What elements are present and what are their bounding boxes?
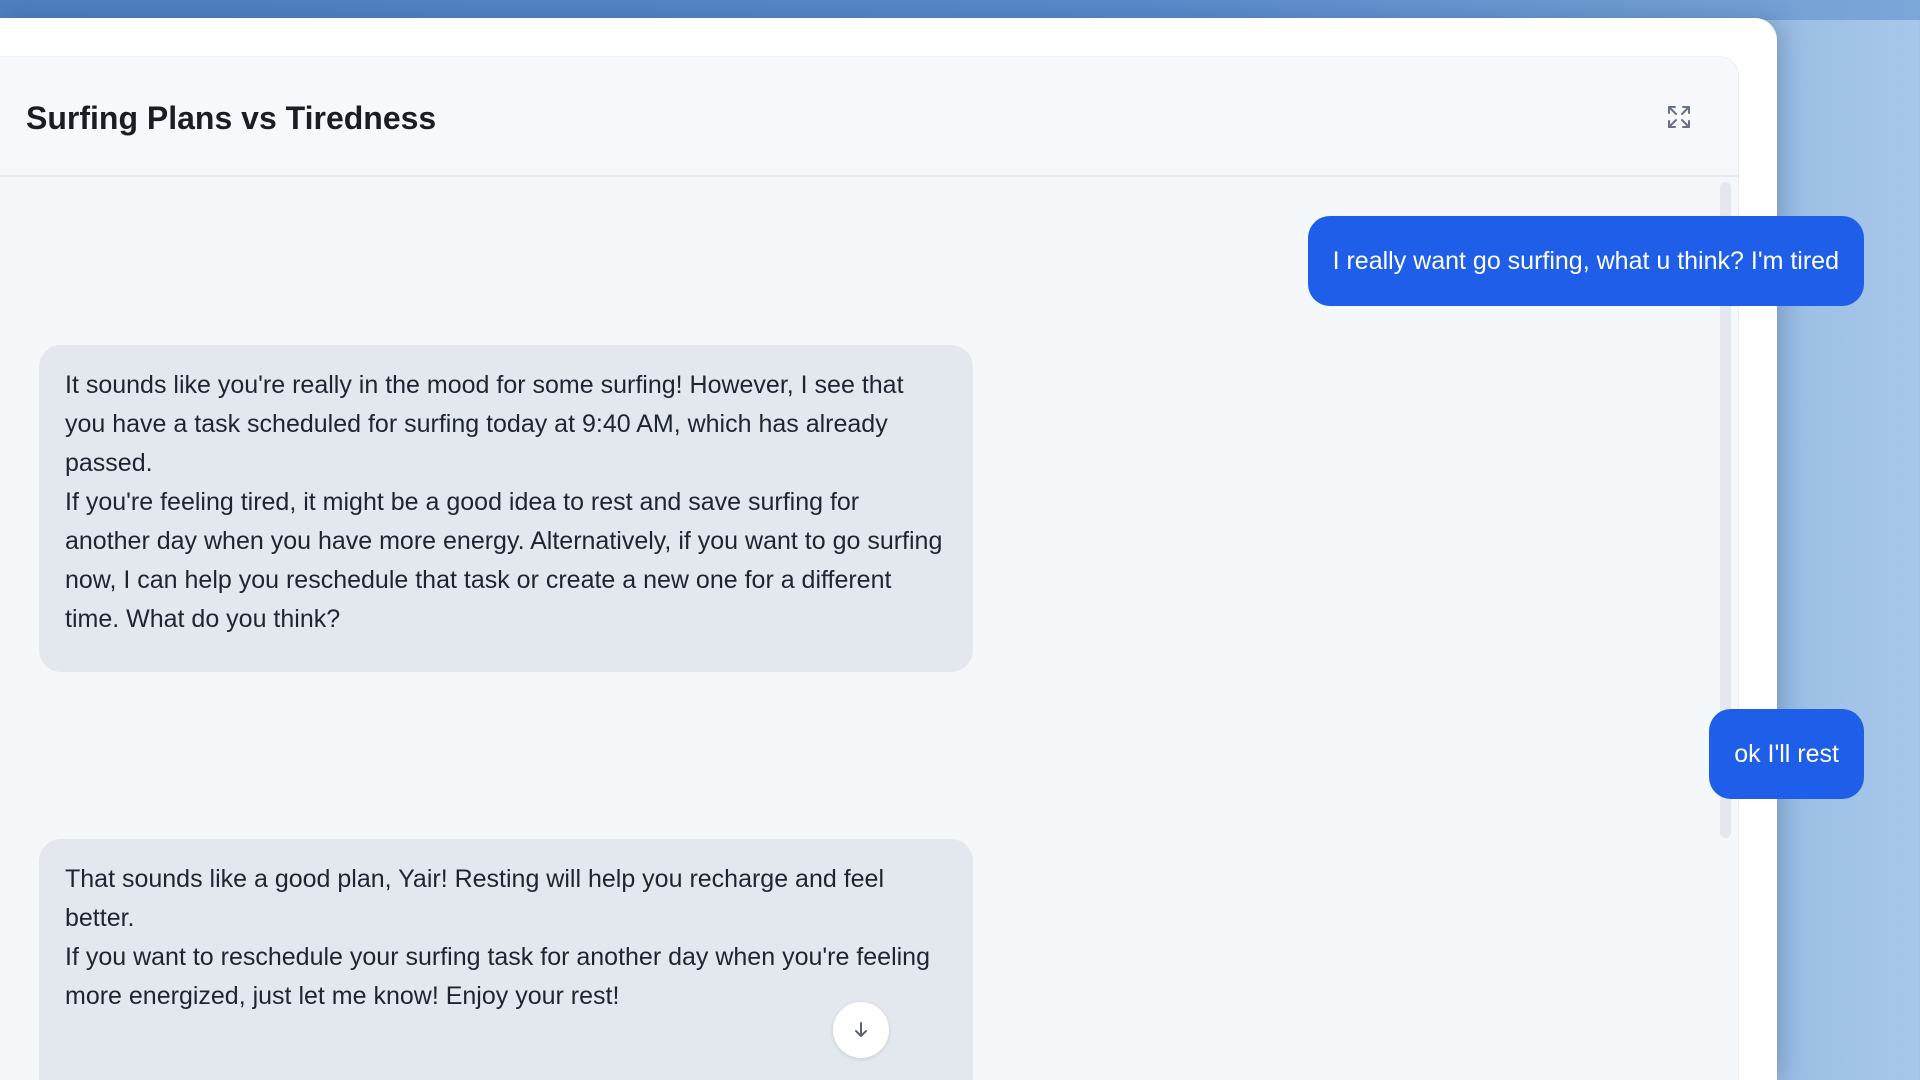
assistant-message-paragraph: That sounds like a good plan, Yair! Rest… xyxy=(65,865,885,932)
user-message: I really want go surfing, what u think? … xyxy=(1307,216,1864,306)
assistant-message-paragraph: If you're feeling tired, it might be a g… xyxy=(65,488,943,633)
arrow-down-icon xyxy=(855,1022,867,1037)
user-message-text: I really want go surfing, what u think? … xyxy=(1332,246,1839,275)
expand-button[interactable] xyxy=(1664,102,1694,132)
user-message-text: ok I'll rest xyxy=(1734,739,1839,768)
chat-title: Surfing Plans vs Tiredness xyxy=(26,100,437,136)
user-message: ok I'll rest xyxy=(1709,709,1864,799)
assistant-message-paragraph: If you want to reschedule your surfing t… xyxy=(65,943,930,1010)
assistant-message: That sounds like a good plan, Yair! Rest… xyxy=(39,839,973,1080)
assistant-message-paragraph: It sounds like you're really in the mood… xyxy=(65,371,904,477)
scroll-to-bottom-button[interactable] xyxy=(833,1002,889,1058)
expand-icon xyxy=(1668,106,1690,128)
assistant-message: It sounds like you're really in the mood… xyxy=(39,345,973,672)
desktop-background xyxy=(0,0,1920,20)
